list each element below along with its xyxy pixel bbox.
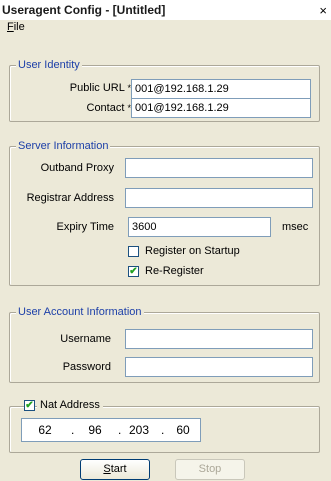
username-label: Username [60, 333, 111, 345]
expiry-time-label: Expiry Time [56, 221, 114, 233]
ip-separator: . [161, 423, 165, 437]
nat-address-label: Nat Address [37, 399, 103, 412]
outbound-proxy-field[interactable] [125, 158, 313, 178]
ip-separator: . [118, 423, 122, 437]
register-on-startup-label: Register on Startup [145, 245, 240, 257]
expiry-unit-label: msec [282, 221, 309, 233]
registrar-address-field[interactable] [125, 188, 313, 208]
registrar-address-label: Registrar Address [26, 192, 114, 204]
window-title: Useragent Config - [Untitled] [2, 3, 166, 17]
user-account-legend: User Account Information [16, 306, 144, 319]
contact-label: Contact * [86, 102, 132, 114]
nat-address-checkbox[interactable]: ✔ [24, 400, 35, 411]
register-on-startup-checkbox[interactable] [128, 246, 139, 257]
server-information-legend: Server Information [16, 140, 111, 153]
menu-bar: File [0, 20, 331, 36]
public-url-label: Public URL * [69, 82, 131, 94]
start-button[interactable]: Start [80, 459, 150, 480]
expiry-time-field[interactable]: 3600 [128, 217, 271, 237]
ip-octet-4[interactable]: 60 [168, 423, 198, 437]
stop-button[interactable]: Stop [175, 459, 245, 480]
user-identity-legend: User Identity [16, 59, 82, 72]
ip-separator: . [71, 423, 75, 437]
contact-field[interactable]: 001@192.168.1.29 [131, 98, 311, 118]
outbound-proxy-label: Outband Proxy [40, 162, 114, 174]
password-label: Password [62, 361, 111, 373]
public-url-field[interactable]: 001@192.168.1.29 [131, 79, 311, 99]
menu-file[interactable]: File [7, 21, 25, 33]
ip-octet-1[interactable]: 62 [30, 423, 60, 437]
ip-octet-2[interactable]: 96 [80, 423, 110, 437]
nat-ip-address-field[interactable]: 62 . 96 . 203 . 60 [21, 418, 201, 442]
title-bar: Useragent Config - [Untitled] × [0, 0, 331, 20]
password-field[interactable] [125, 357, 313, 377]
re-register-label: Re-Register [145, 265, 204, 277]
close-icon[interactable]: × [319, 4, 327, 17]
ip-octet-3[interactable]: 203 [124, 423, 154, 437]
re-register-checkbox[interactable]: ✔ [128, 266, 139, 277]
username-field[interactable] [125, 329, 313, 349]
